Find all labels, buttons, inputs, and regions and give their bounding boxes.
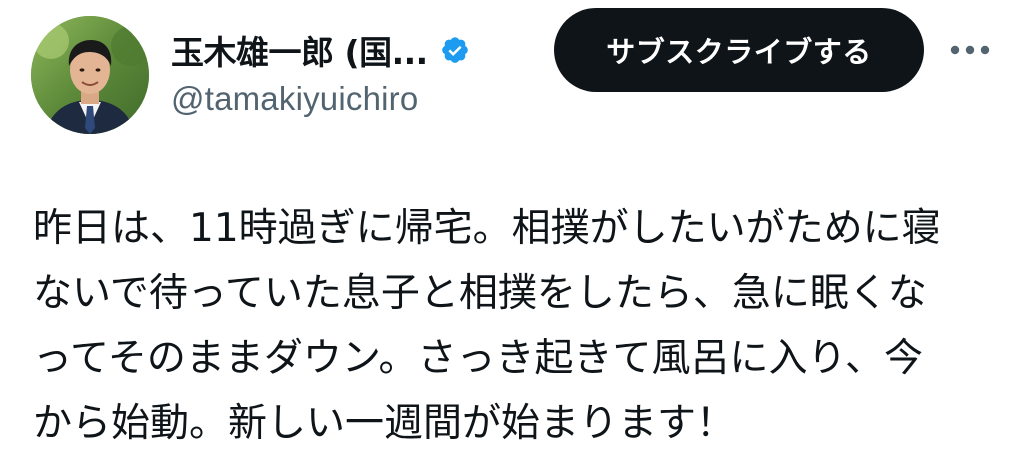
tweet-text-line: ないで待っていた息子と相撲をしたら、急に眠くな [33, 271, 927, 316]
author-info[interactable]: 玉木雄一郎 (国... @tamakiyuichiro [171, 22, 531, 118]
name-row: 玉木雄一郎 (国... [171, 22, 531, 78]
more-options-button[interactable] [946, 28, 994, 72]
tweet-card: 玉木雄一郎 (国... @tamakiyuichiro サブスクライブする 昨日… [0, 0, 1024, 473]
tweet-text-line: 昨日は、11時過ぎに帰宅。相撲がしたいがために寝 [33, 206, 941, 251]
tweet-text-line: ってそのままダウン。さっき起きて風呂に入り、今 [33, 336, 923, 381]
tweet-text: 昨日は、11時過ぎに帰宅。相撲がしたいがために寝 ないで待っていた息子と相撲をし… [33, 196, 998, 456]
display-name[interactable]: 玉木雄一郎 (国... [171, 26, 428, 74]
user-handle[interactable]: @tamakiyuichiro [171, 80, 531, 118]
verified-badge-icon [441, 37, 468, 63]
more-horizontal-icon [950, 45, 990, 55]
profile-photo-icon [31, 16, 149, 134]
subscribe-button[interactable]: サブスクライブする [554, 8, 924, 92]
avatar[interactable] [31, 16, 149, 134]
tweet-text-line: から始動。新しい一週間が始まります！ [33, 401, 736, 446]
